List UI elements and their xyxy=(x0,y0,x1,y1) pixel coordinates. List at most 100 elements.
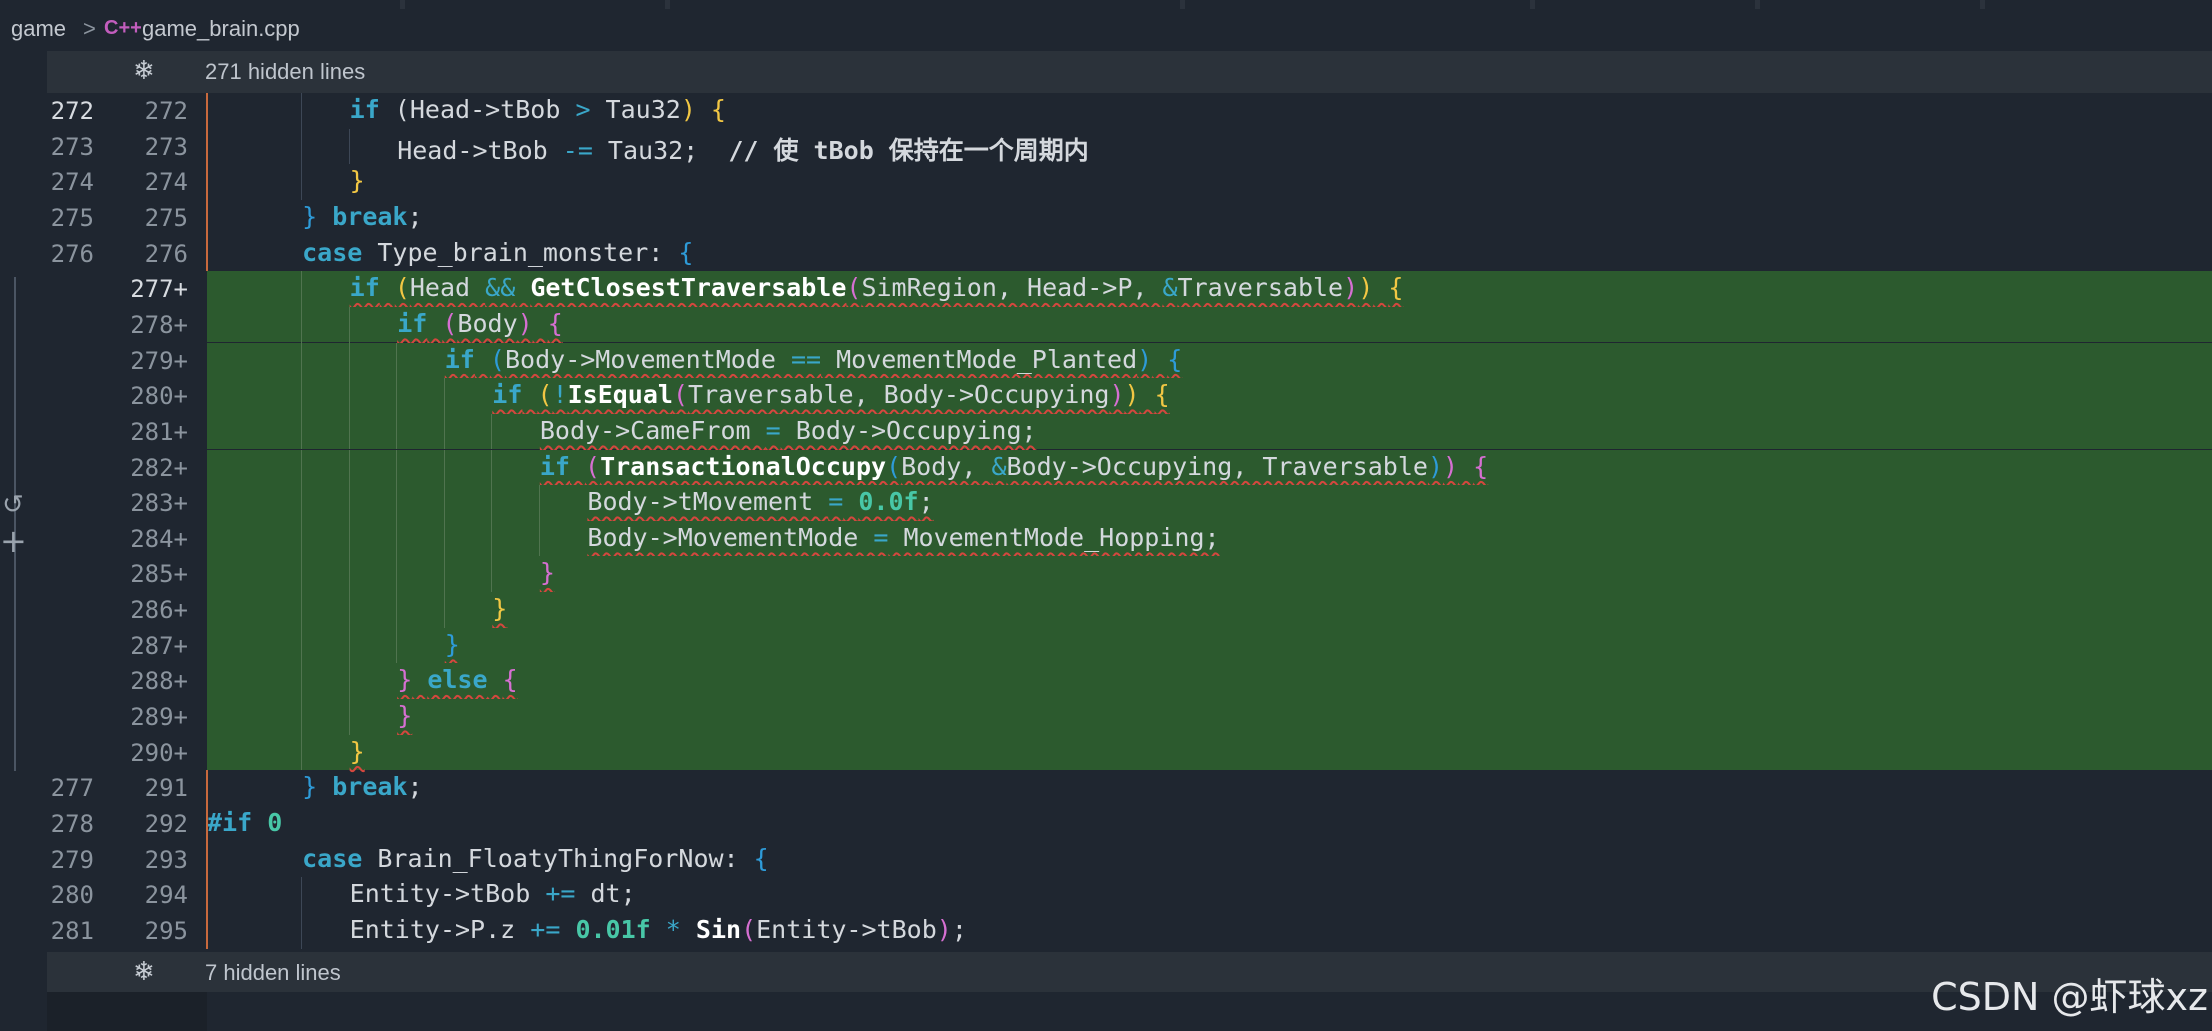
code-line[interactable]: 287+} xyxy=(0,627,2212,664)
code-token: & xyxy=(1162,273,1178,303)
new-line-number: 287+ xyxy=(130,631,188,660)
code-line[interactable]: 278+ if (Body) { xyxy=(0,306,2212,343)
code-line[interactable]: 277 291} break; xyxy=(0,770,2212,806)
code-text[interactable]: case Type_brain_monster: { xyxy=(302,238,693,267)
code-text[interactable]: Body->CameFrom = Body->Occupying; xyxy=(540,416,1037,445)
fold-icon[interactable]: ❄ xyxy=(133,55,155,86)
code-text[interactable]: case Brain_FloatyThingForNow: { xyxy=(302,844,769,873)
revert-icon[interactable]: ↺ xyxy=(2,490,24,520)
tab[interactable] xyxy=(670,0,1180,9)
code-line[interactable]: 285+} xyxy=(0,556,2212,593)
code-text[interactable]: } xyxy=(350,737,365,766)
code-line[interactable]: 282+ if (TransactionalOccupy(Body, &Body-… xyxy=(0,449,2212,486)
indent-guide xyxy=(396,592,398,628)
new-line-number: 286+ xyxy=(130,596,188,625)
code-line[interactable]: 286+} xyxy=(0,592,2212,628)
indent-guide xyxy=(301,663,303,700)
code-text[interactable]: if (TransactionalOccupy(Body, &Body->Occ… xyxy=(540,452,1488,481)
code-text[interactable]: } xyxy=(445,630,460,659)
code-line[interactable]: 279+ if (Body->MovementMode == MovementMo… xyxy=(0,342,2212,379)
code-token: ; xyxy=(407,201,423,231)
code-text[interactable]: } xyxy=(350,166,365,195)
tab-strip xyxy=(0,0,2212,9)
code-text[interactable]: if (Head->tBob > Tau32) { xyxy=(350,95,726,124)
code-text[interactable]: if (Body) { xyxy=(397,309,563,338)
tab[interactable] xyxy=(1535,0,1755,9)
code-token: += xyxy=(530,914,561,944)
code-token: Tau32; xyxy=(592,135,729,165)
indent-guide xyxy=(443,449,445,486)
code-token: ) xyxy=(1137,344,1153,374)
code-line[interactable]: 281 295 Entity->P.z += 0.01f * Sin(Entity-… xyxy=(0,912,2212,949)
tab[interactable] xyxy=(405,0,665,9)
code-line[interactable]: 278 292 #if 0 xyxy=(0,806,2212,842)
code-text[interactable]: } break; xyxy=(302,202,422,231)
code-line[interactable]: 272 272 if (Head->tBob > Tau32) { xyxy=(0,93,2212,129)
code-text[interactable]: Entity->P.z += 0.01f * Sin(Entity->tBob)… xyxy=(350,915,967,944)
indent-guide xyxy=(348,413,350,450)
code-text[interactable]: if (Head && GetClosestTraversable(SimReg… xyxy=(350,273,1404,302)
tab-active[interactable] xyxy=(0,0,400,9)
code-line[interactable]: 288+} else { xyxy=(0,663,2212,700)
old-line-number: 276 xyxy=(50,239,94,268)
code-text[interactable]: Body->MovementMode = MovementMode_Hoppin… xyxy=(587,523,1219,552)
tab[interactable] xyxy=(1185,0,1530,9)
code-line[interactable]: 279 293 case Brain_FloatyThingForNow: { xyxy=(0,842,2212,878)
code-line[interactable]: 280 294 Entity->tBob += dt; xyxy=(0,877,2212,913)
code-text[interactable]: #if 0 xyxy=(207,808,282,837)
code-text[interactable]: } break; xyxy=(302,772,422,801)
code-line[interactable]: 283+ Body->tMovement = 0.0f; xyxy=(0,485,2212,521)
code-token: Head->tBob xyxy=(409,95,576,124)
add-icon[interactable]: + xyxy=(0,522,27,560)
new-line-number: 279+ xyxy=(130,346,188,375)
code-line[interactable]: 284+ Body->MovementMode = MovementMode_Ho… xyxy=(0,520,2212,557)
breadcrumb-file[interactable]: game_brain.cpp xyxy=(142,16,300,42)
code-token: ; xyxy=(918,487,934,517)
code-line[interactable]: 289+} xyxy=(0,699,2212,735)
code-token: } xyxy=(397,701,413,731)
code-line[interactable]: 275 275} break; xyxy=(0,200,2212,236)
code-token: if xyxy=(349,273,380,303)
code-token: { xyxy=(1154,380,1170,410)
fold-icon[interactable]: ❄ xyxy=(133,956,155,987)
code-token: { xyxy=(695,95,726,124)
new-line-number: 274 xyxy=(144,168,188,197)
code-token: case xyxy=(302,237,363,267)
code-token: Brain_FloatyThingForNow: xyxy=(362,843,754,873)
tab[interactable] xyxy=(1760,0,1980,9)
code-text[interactable]: Entity->tBob += dt; xyxy=(350,879,636,908)
code-token: Body xyxy=(457,308,518,338)
indent-guide xyxy=(301,413,303,450)
code-token: Sin xyxy=(695,914,742,944)
breadcrumb-folder[interactable]: game xyxy=(11,16,66,42)
code-token: ( xyxy=(537,380,553,410)
code-text[interactable]: if (!IsEqual(Traversable, Body->Occupyin… xyxy=(492,380,1169,409)
code-line[interactable]: 277+ if (Head && GetClosestTraversable(Si… xyxy=(0,271,2212,307)
new-line-number: 282+ xyxy=(130,453,188,482)
indent-guide xyxy=(396,520,398,557)
code-token: 0.01 xyxy=(575,914,636,944)
hidden-lines-top[interactable]: ❄ 271 hidden lines xyxy=(47,51,2212,93)
indent-guide xyxy=(491,520,493,557)
code-line[interactable]: 281+ Body->CameFrom = Body->Occupying; xyxy=(0,413,2212,450)
code-text[interactable]: Head->tBob -= Tau32; // 使 tBob 保持在一个周期内 xyxy=(397,131,1089,167)
code-token: Body->tMovement xyxy=(587,487,829,517)
code-text[interactable]: Body->tMovement = 0.0f; xyxy=(587,487,933,516)
tab[interactable] xyxy=(1985,0,2212,9)
code-text[interactable]: } xyxy=(492,594,507,623)
code-line[interactable]: 274 274} xyxy=(0,164,2212,200)
code-text[interactable]: } xyxy=(397,701,412,730)
code-text[interactable]: if (Body->MovementMode == MovementMode_P… xyxy=(445,345,1183,374)
code-line[interactable]: 273 273 Head->tBob -= Tau32; // 使 tBob 保持在… xyxy=(0,128,2212,167)
code-text[interactable]: } else { xyxy=(397,665,517,694)
code-line[interactable]: 276 276 case Type_brain_monster: { xyxy=(0,236,2212,272)
hidden-lines-bottom[interactable]: ❄ 7 hidden lines xyxy=(47,952,2212,994)
code-line[interactable]: 280+ if (!IsEqual(Traversable, Body->Occu… xyxy=(0,378,2212,414)
code-text[interactable]: } xyxy=(540,558,555,587)
code-line[interactable]: 290+} xyxy=(0,734,2212,771)
code-token: ) xyxy=(517,308,533,338)
code-token: & xyxy=(991,451,1007,481)
